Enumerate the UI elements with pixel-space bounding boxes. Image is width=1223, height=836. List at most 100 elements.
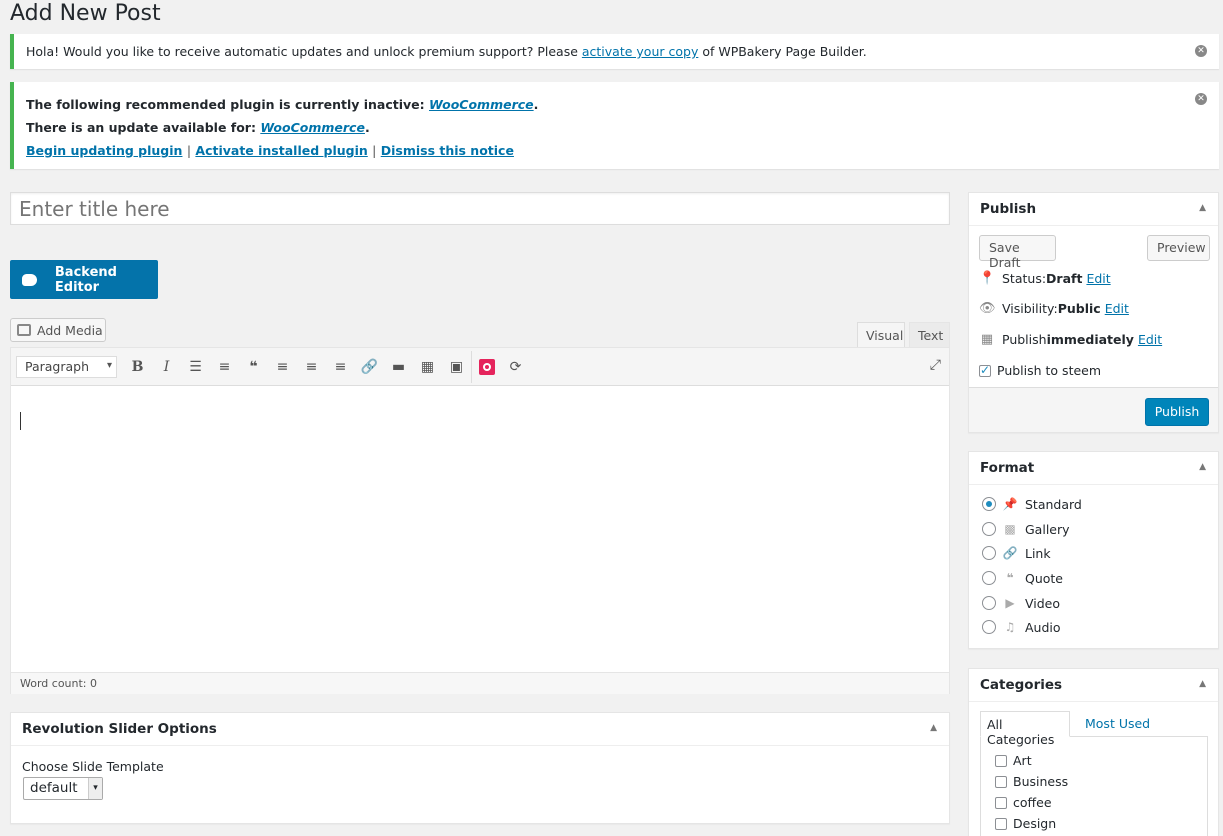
format-label: Video <box>1025 595 1061 611</box>
link-icon[interactable]: 🔗 <box>355 353 384 381</box>
dismiss-icon[interactable]: ✕ <box>1195 45 1207 57</box>
activate-copy-link[interactable]: activate your copy <box>582 44 698 59</box>
numbered-list-icon[interactable]: ≡ <box>210 353 239 381</box>
fullscreen-icon[interactable]: ⤢ <box>930 357 941 373</box>
publish-header[interactable]: Publish ▲ <box>969 193 1218 226</box>
category-checkbox[interactable] <box>995 754 1007 767</box>
status-row: 📍 Status: Draft Edit <box>979 271 1111 286</box>
collapse-icon[interactable]: ▲ <box>930 723 937 733</box>
slide-template-value: default <box>30 780 78 796</box>
separator: | <box>372 143 377 158</box>
begin-updating-link[interactable]: Begin updating plugin <box>26 143 182 158</box>
format-label: Link <box>1025 545 1051 561</box>
format-option-link[interactable]: 🔗 Link <box>982 543 1051 563</box>
schedule-row: ▦ Publish immediately Edit <box>979 332 1162 347</box>
bold-icon[interactable]: B <box>123 353 152 381</box>
update-notice: Hola! Would you like to receive automati… <box>10 34 1219 69</box>
publish-box: Publish ▲ Save Draft Preview 📍 Status: D… <box>968 192 1219 433</box>
backend-editor-button[interactable]: Backend Editor <box>10 260 158 299</box>
bullet-list-icon[interactable]: ☰ <box>181 353 210 381</box>
media-icon <box>17 324 31 336</box>
slider-insert-icon[interactable]: ▣ <box>442 353 471 381</box>
revolution-slider-title: Revolution Slider Options <box>22 721 217 737</box>
format-option-gallery[interactable]: ▩ Gallery <box>982 519 1070 539</box>
format-option-video[interactable]: ▶ Video <box>982 593 1060 613</box>
format-header[interactable]: Format ▲ <box>969 452 1218 485</box>
edit-visibility-link[interactable]: Edit <box>1105 301 1129 316</box>
preview-button[interactable]: Preview <box>1147 235 1210 261</box>
tab-all-categories[interactable]: All Categories <box>980 711 1070 747</box>
categories-header[interactable]: Categories ▲ <box>969 669 1218 702</box>
format-option-standard[interactable]: 📌 Standard <box>982 494 1082 514</box>
list-item[interactable]: Business <box>995 774 1068 789</box>
align-left-icon[interactable]: ≡ <box>268 353 297 381</box>
notice-text: Hola! Would you like to receive automati… <box>26 44 582 59</box>
category-label: coffee <box>1013 795 1052 810</box>
read-more-icon[interactable]: ▬ <box>384 353 413 381</box>
gallery-icon: ▩ <box>1004 522 1016 536</box>
category-checkbox[interactable] <box>995 796 1007 809</box>
categories-title: Categories <box>980 677 1063 693</box>
dismiss-notice-link[interactable]: Dismiss this notice <box>381 143 514 158</box>
visibility-value: Public <box>1057 301 1101 316</box>
toolbar-toggle-icon[interactable]: ▦ <box>413 353 442 381</box>
publish-time-label: Publish <box>1002 332 1047 347</box>
quote-icon: ❝ <box>1006 571 1014 585</box>
list-item[interactable]: Art <box>995 753 1032 768</box>
edit-schedule-link[interactable]: Edit <box>1138 332 1162 347</box>
collapse-icon[interactable]: ▲ <box>1199 203 1206 213</box>
format-label: Gallery <box>1025 521 1070 537</box>
woocommerce-link[interactable]: WooCommerce <box>429 97 534 112</box>
revolution-slider-header[interactable]: Revolution Slider Options ▲ <box>11 713 949 746</box>
align-center-icon[interactable]: ≡ <box>297 353 326 381</box>
edit-status-link[interactable]: Edit <box>1086 271 1110 286</box>
publish-to-steem-checkbox[interactable] <box>979 363 991 377</box>
radio-audio[interactable] <box>982 620 996 634</box>
paragraph-format-select[interactable]: Paragraph <box>16 355 117 378</box>
format-option-audio[interactable]: ♫ Audio <box>982 617 1061 637</box>
align-right-icon[interactable]: ≡ <box>326 353 355 381</box>
add-media-label: Add Media <box>37 322 103 338</box>
word-count: Word count: 0 <box>11 672 949 694</box>
list-item[interactable]: coffee <box>995 795 1052 810</box>
backend-editor-label: Backend Editor <box>54 264 117 295</box>
category-checkbox[interactable] <box>995 775 1007 788</box>
collapse-icon[interactable]: ▲ <box>1199 679 1206 689</box>
refresh-icon[interactable]: ⟳ <box>501 353 530 381</box>
category-checkbox[interactable] <box>995 817 1007 830</box>
collapse-icon[interactable]: ▲ <box>1199 462 1206 472</box>
editor-toolbar: Paragraph B I ☰ ≡ ❝ ≡ ≡ ≡ 🔗 ▬ ▦ ▣ ⟳ ⤢ <box>11 348 949 386</box>
wpbakery-logo-icon <box>22 273 37 286</box>
radio-quote[interactable] <box>982 571 996 585</box>
editor-content-area[interactable] <box>11 386 949 672</box>
notice-text-after: of WPBakery Page Builder. <box>698 44 867 59</box>
pin-icon: 📍 <box>979 271 996 286</box>
woocommerce-update-link[interactable]: WooCommerce <box>260 120 365 135</box>
category-checklist: Art Business coffee Design <box>980 736 1208 836</box>
blockquote-icon[interactable]: ❝ <box>239 353 268 381</box>
category-label: Art <box>1013 753 1032 768</box>
category-label: Business <box>1013 774 1069 789</box>
radio-video[interactable] <box>982 596 996 610</box>
eye-icon: 👁 <box>979 301 996 316</box>
post-title-input[interactable] <box>10 192 950 225</box>
format-label: Standard <box>1025 496 1082 512</box>
revolution-slider-box: Revolution Slider Options ▲ Choose Slide… <box>10 712 950 824</box>
tab-visual[interactable]: Visual <box>857 322 905 347</box>
radio-link[interactable] <box>982 546 996 560</box>
tab-text[interactable]: Text <box>909 322 950 347</box>
format-option-quote[interactable]: ❝ Quote <box>982 568 1063 588</box>
save-draft-button[interactable]: Save Draft <box>979 235 1056 270</box>
list-item[interactable]: Design <box>995 816 1056 831</box>
revslider-icon[interactable] <box>472 353 501 381</box>
publish-button[interactable]: Publish <box>1145 398 1209 426</box>
italic-icon[interactable]: I <box>152 353 181 381</box>
add-media-button[interactable]: Add Media <box>10 318 106 342</box>
dismiss-icon[interactable]: ✕ <box>1195 93 1207 105</box>
tab-most-used[interactable]: Most Used <box>1079 711 1156 737</box>
slide-template-select[interactable]: default ▾ <box>23 777 103 800</box>
steem-row: Publish to steem <box>979 363 1101 378</box>
activate-plugin-link[interactable]: Activate installed plugin <box>195 143 367 158</box>
radio-standard[interactable] <box>982 497 996 511</box>
radio-gallery[interactable] <box>982 522 996 536</box>
